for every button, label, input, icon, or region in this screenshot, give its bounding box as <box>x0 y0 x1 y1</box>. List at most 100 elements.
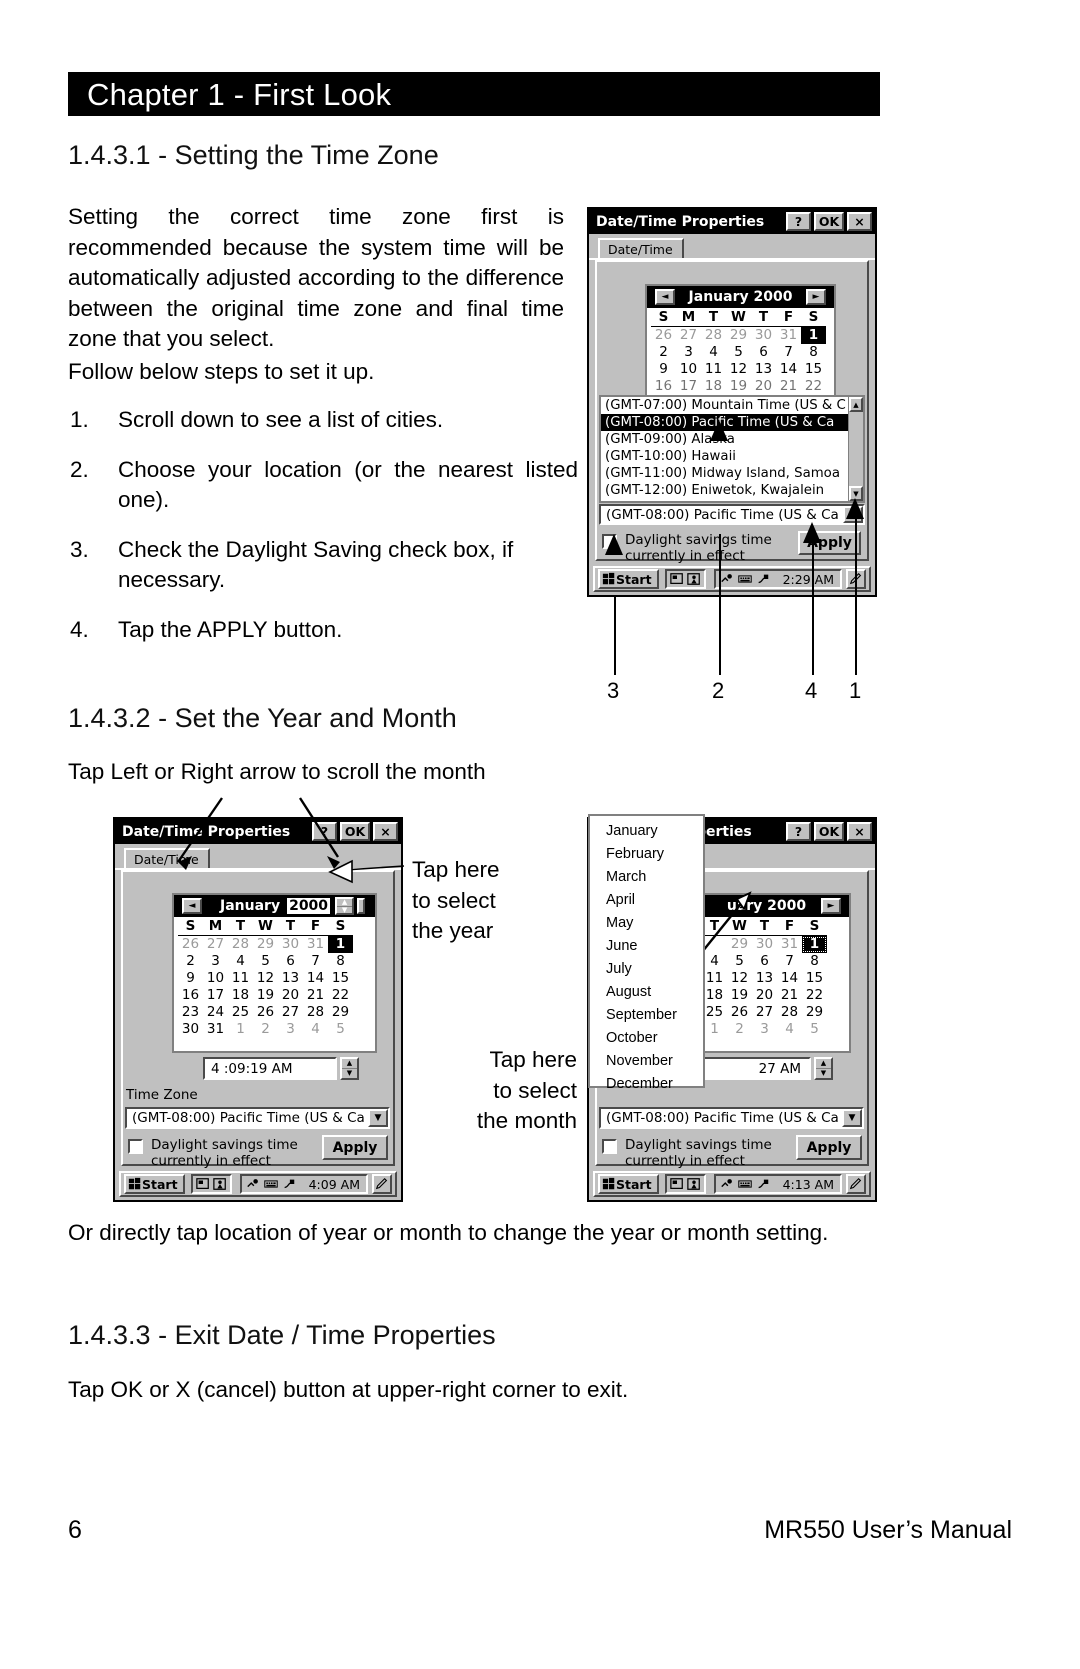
ok-button[interactable]: OK <box>814 822 844 841</box>
power-plug-icon[interactable] <box>756 572 770 586</box>
daylight-savings-checkbox[interactable] <box>602 1139 617 1154</box>
time-spinner[interactable]: ▲ ▼ <box>340 1057 359 1080</box>
list-item[interactable]: (GMT-11:00) Midway Island, Samoa <box>601 465 863 482</box>
tab-date-time[interactable]: Date/Time <box>124 848 210 869</box>
day-cell[interactable]: 11 <box>701 361 726 378</box>
day-cell[interactable]: 7 <box>777 953 802 970</box>
day-cell[interactable]: 7 <box>776 344 801 361</box>
day-cell[interactable]: 24 <box>203 1004 228 1021</box>
calendar-year-field[interactable]: 2000 <box>286 897 332 915</box>
desktop-icon[interactable] <box>669 572 684 586</box>
day-cell[interactable]: 28 <box>228 936 253 953</box>
day-cell[interactable]: 25 <box>228 1004 253 1021</box>
calendar-month[interactable]: January <box>220 898 280 914</box>
day-cell[interactable]: 18 <box>701 378 726 395</box>
day-cell[interactable]: 8 <box>802 953 827 970</box>
day-cell[interactable]: 17 <box>676 378 701 395</box>
next-month-arrow-icon[interactable] <box>357 898 366 914</box>
month-dropdown-list[interactable]: January February March April May June Ju… <box>588 814 705 1092</box>
day-cell[interactable]: 12 <box>253 970 278 987</box>
day-cell[interactable]: 19 <box>726 378 751 395</box>
list-item[interactable]: May <box>590 912 703 935</box>
day-cell[interactable]: 31 <box>777 936 802 953</box>
day-cell[interactable]: 15 <box>328 970 353 987</box>
day-cell[interactable]: 6 <box>278 953 303 970</box>
day-cell[interactable]: 31 <box>776 327 801 344</box>
day-cell[interactable]: 11 <box>228 970 253 987</box>
apply-button[interactable]: Apply <box>322 1135 388 1160</box>
scroll-down-icon[interactable]: ▼ <box>849 486 863 501</box>
day-cell[interactable]: 10 <box>203 970 228 987</box>
day-cell[interactable]: 31 <box>303 936 328 953</box>
day-cell[interactable]: 18 <box>228 987 253 1004</box>
list-item[interactable]: April <box>590 889 703 912</box>
day-cell[interactable]: 2 <box>651 344 676 361</box>
help-button[interactable]: ? <box>312 822 337 841</box>
timezone-dropdown-list[interactable]: (GMT-07:00) Mountain Time (US & C (GMT-0… <box>599 395 865 503</box>
list-item[interactable]: September <box>590 1004 703 1027</box>
day-cell[interactable]: 5 <box>253 953 278 970</box>
day-cell[interactable]: 26 <box>651 327 676 344</box>
day-cell[interactable]: 13 <box>278 970 303 987</box>
day-cell[interactable]: 12 <box>726 361 751 378</box>
day-cell[interactable]: 2 <box>253 1021 278 1038</box>
power-plug-icon[interactable] <box>756 1177 770 1191</box>
day-cell[interactable]: 26 <box>253 1004 278 1021</box>
help-button[interactable]: ? <box>786 822 811 841</box>
next-month-arrow-icon[interactable]: ► <box>821 898 841 914</box>
stylus-pen-icon[interactable] <box>372 1174 392 1194</box>
day-cell[interactable]: 5 <box>726 344 751 361</box>
list-item[interactable]: August <box>590 981 703 1004</box>
day-cell[interactable]: 13 <box>752 970 777 987</box>
day-cell[interactable]: 3 <box>203 953 228 970</box>
day-cell[interactable]: 4 <box>777 1021 802 1038</box>
day-cell[interactable]: 10 <box>676 361 701 378</box>
day-cell[interactable]: 22 <box>328 987 353 1004</box>
day-cell[interactable]: 5 <box>328 1021 353 1038</box>
close-button[interactable]: × <box>373 822 398 841</box>
day-cell-selected[interactable]: 1 <box>328 936 353 953</box>
daylight-savings-checkbox[interactable] <box>602 534 617 549</box>
keyboard-icon[interactable] <box>737 572 752 586</box>
timezone-combobox[interactable]: (GMT-08:00) Pacific Time (US & Ca ▼ <box>599 504 865 525</box>
day-cell[interactable]: 27 <box>203 936 228 953</box>
list-item[interactable]: (GMT-07:00) Mountain Time (US & C <box>601 397 863 414</box>
timezone-combobox[interactable]: (GMT-08:00) Pacific Time (US & Ca ▼ <box>125 1107 390 1129</box>
close-button[interactable]: × <box>847 822 872 841</box>
day-cell[interactable]: 8 <box>328 953 353 970</box>
day-cell[interactable]: 3 <box>676 344 701 361</box>
keyboard-icon[interactable] <box>263 1177 278 1191</box>
ok-button[interactable]: OK <box>340 822 370 841</box>
day-cell[interactable]: 27 <box>278 1004 303 1021</box>
list-item[interactable]: (GMT-09:00) Alaska <box>601 431 863 448</box>
day-cell[interactable]: 21 <box>303 987 328 1004</box>
day-cell[interactable]: 23 <box>178 1004 203 1021</box>
day-cell[interactable]: 9 <box>178 970 203 987</box>
list-item[interactable]: January <box>590 820 703 843</box>
day-cell[interactable]: 4 <box>303 1021 328 1038</box>
daylight-savings-checkbox[interactable] <box>128 1139 143 1154</box>
day-cell[interactable]: 29 <box>253 936 278 953</box>
list-item[interactable]: June <box>590 935 703 958</box>
day-cell[interactable]: 30 <box>278 936 303 953</box>
day-cell[interactable]: 9 <box>651 361 676 378</box>
ok-button[interactable]: OK <box>814 212 844 231</box>
day-cell[interactable]: 25 <box>702 1004 727 1021</box>
list-item[interactable]: (GMT-10:00) Hawaii <box>601 448 863 465</box>
prev-month-arrow-icon[interactable]: ◄ <box>182 898 202 914</box>
day-cell[interactable]: 21 <box>777 987 802 1004</box>
day-cell[interactable]: 17 <box>203 987 228 1004</box>
time-spinner[interactable]: ▲ ▼ <box>814 1057 833 1080</box>
day-cell[interactable]: 15 <box>802 970 827 987</box>
day-cell[interactable]: 22 <box>802 987 827 1004</box>
network-plug-icon[interactable] <box>720 1177 734 1191</box>
day-cell[interactable]: 3 <box>278 1021 303 1038</box>
apply-button[interactable]: Apply <box>798 531 861 555</box>
network-plug-icon[interactable] <box>246 1177 260 1191</box>
power-plug-icon[interactable] <box>282 1177 296 1191</box>
day-cell[interactable]: 1 <box>228 1021 253 1038</box>
day-cell[interactable]: 15 <box>801 361 826 378</box>
next-month-arrow-icon[interactable]: ► <box>806 289 826 305</box>
day-cell[interactable]: 30 <box>752 936 777 953</box>
list-item[interactable]: March <box>590 866 703 889</box>
